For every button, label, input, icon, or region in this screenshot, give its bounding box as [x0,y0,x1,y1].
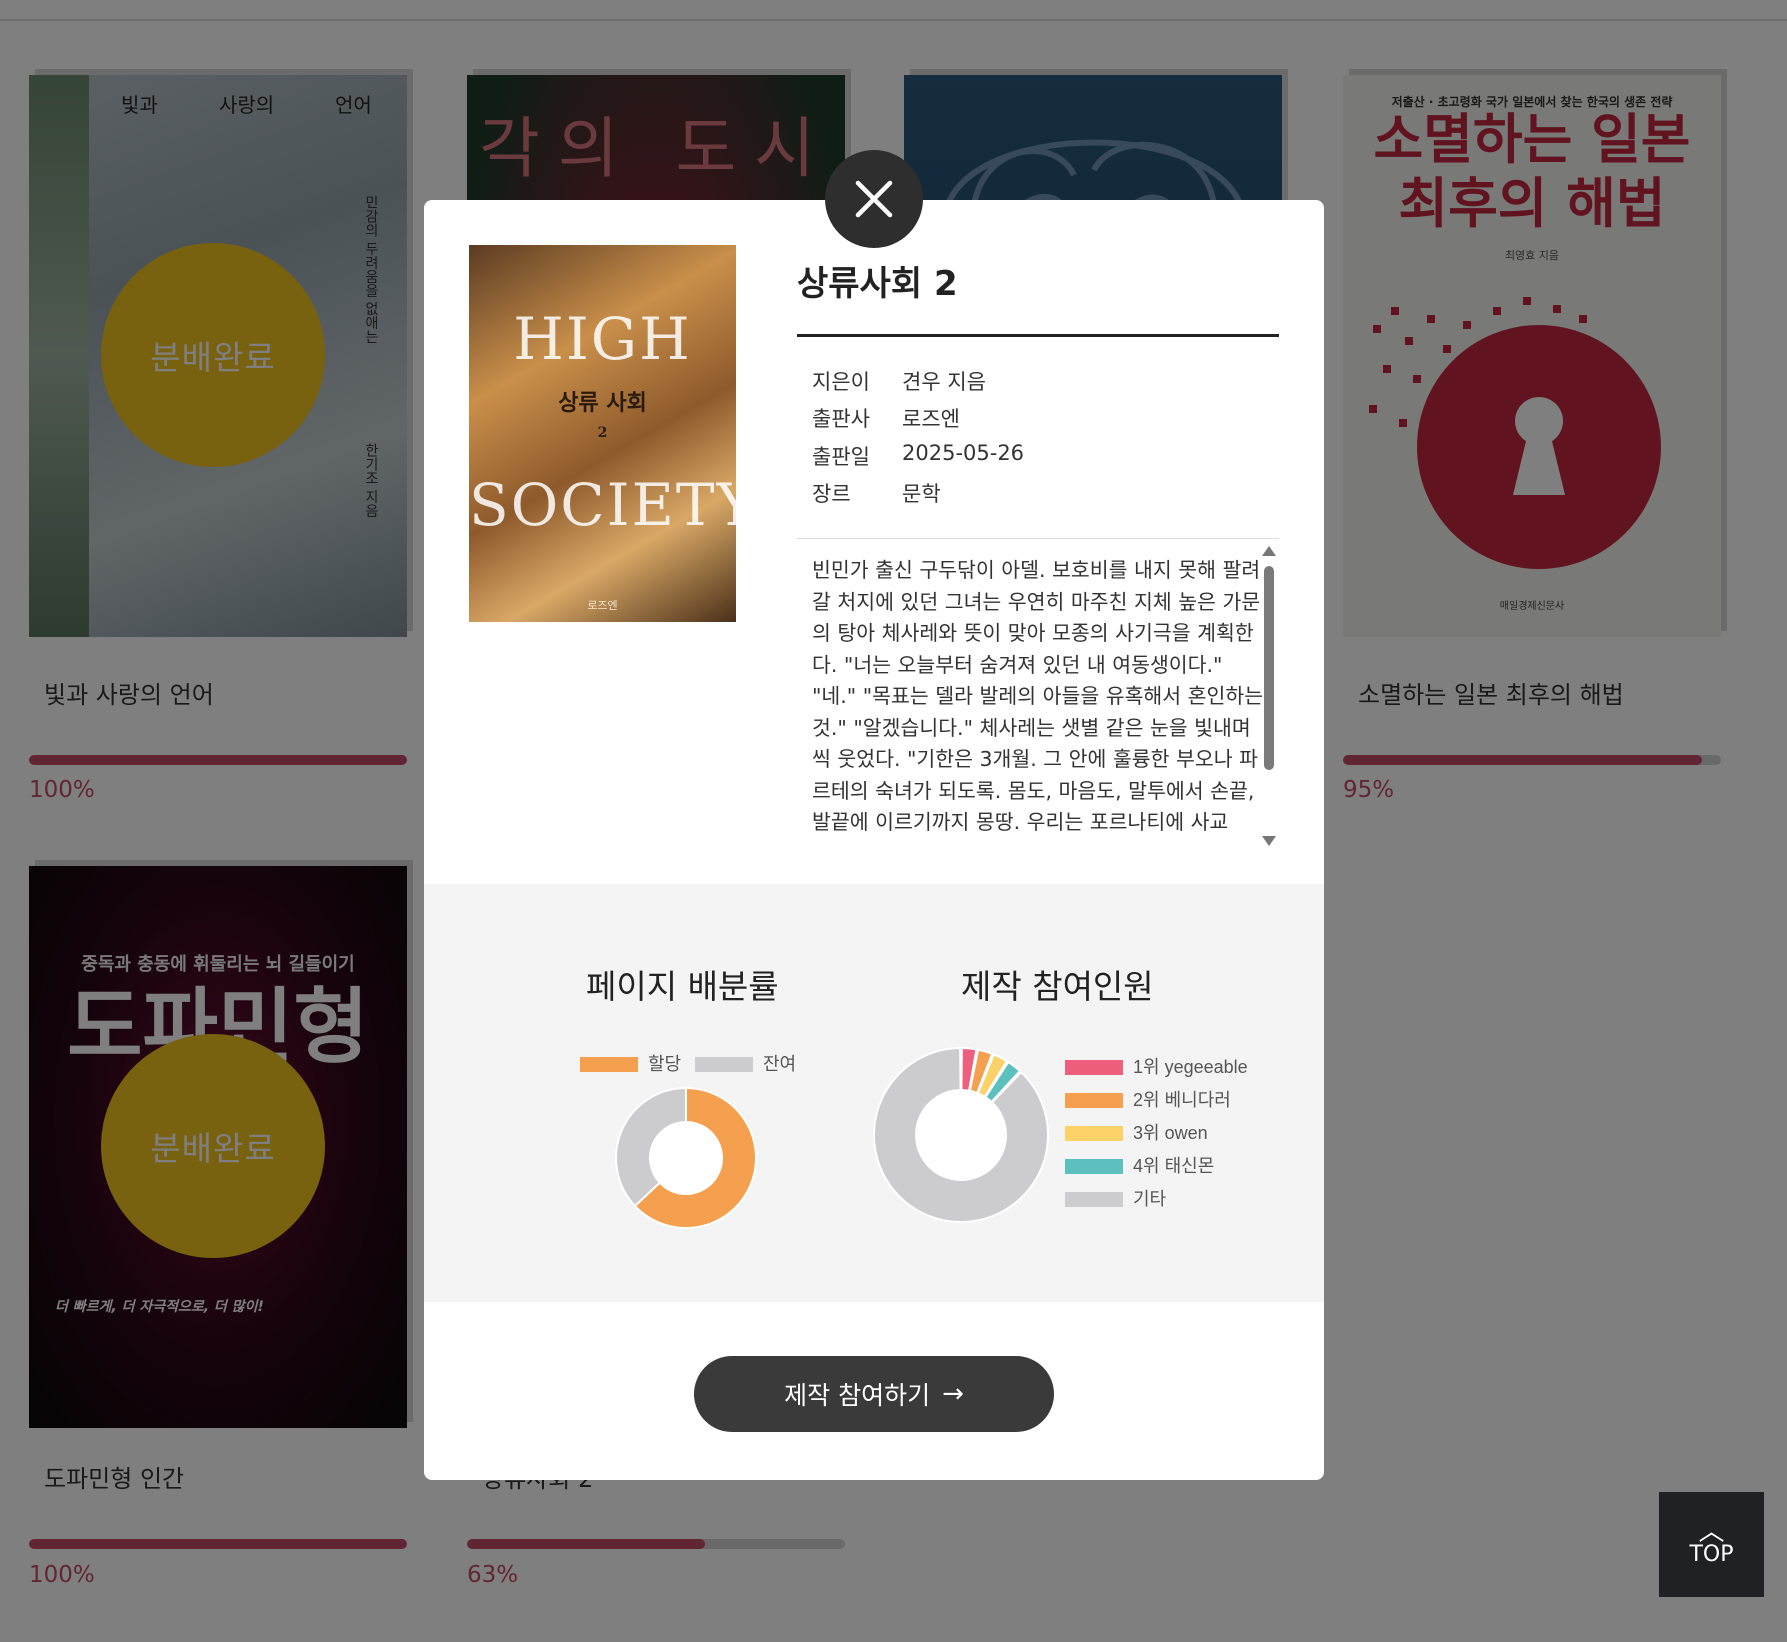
legend-label: 1위 yegeeable [1133,1057,1248,1077]
book-detail-modal: HIGH 상류 사회 2 SOCIETY 로즈엔 상류사회 2 지은이 견우 지… [424,200,1324,1480]
top-label: TOP [1689,1542,1734,1567]
cover-text: 상류 사회 [558,390,647,416]
scroll-down-arrow-icon[interactable] [1262,836,1276,846]
legend-label: 잔여 [763,1054,796,1074]
legend-label: 할당 [648,1054,681,1074]
meta-label: 장르 [812,482,851,506]
stats-section: 페이지 배분률 제작 참여인원 할당 잔여 1위 yegeeable 2위 베니다러 3… [424,884,1324,1302]
cta-label: 제작 참여하기 [784,1381,931,1410]
legend-swatch [1065,1192,1123,1207]
arrow-right-icon: → [942,1379,964,1409]
description-scrollbar[interactable] [1260,546,1278,846]
scrollbar-thumb[interactable] [1264,566,1274,770]
meta-value: 2025-05-26 [902,441,1025,465]
legend-label: 3위 owen [1133,1123,1208,1143]
meta-divider [797,538,1279,539]
cover-text: 로즈엔 [587,599,618,612]
legend-swatch [1065,1093,1123,1108]
donut-hole [917,1091,1005,1179]
legend-swatch [1065,1126,1123,1141]
close-icon [855,180,893,218]
donut-hole [651,1123,721,1193]
stats-charts: 할당 잔여 1위 yegeeable 2위 베니다러 3위 owen 4위 태신몬기타 [580,1046,1248,1229]
meta-label: 출판일 [812,445,870,469]
meta-value: 문학 [902,482,941,506]
legend-label: 4위 태신몬 [1133,1156,1214,1176]
join-production-button[interactable]: 제작 참여하기 → [694,1356,1054,1432]
title-divider [797,334,1279,337]
meta-label: 지은이 [812,370,870,394]
cover-text: 2 [597,425,608,441]
scroll-to-top-button[interactable]: ︿ TOP [1659,1492,1764,1597]
meta-label: 출판사 [812,407,870,431]
cover-text: SOCIETY [469,471,736,539]
modal-title: 상류사회 2 [797,264,958,304]
legend-swatch [695,1057,753,1072]
modal-book-cover: HIGH 상류 사회 2 SOCIETY 로즈엔 [469,245,736,622]
legend-label: 기타 [1133,1189,1167,1209]
close-modal-button[interactable] [825,150,923,248]
legend-swatch [1065,1159,1123,1174]
book-description: 빈민가 출신 구두닦이 아델. 보호비를 내지 못해 팔려 갈 처지에 있던 그… [812,558,1264,834]
cover-text: HIGH [513,305,692,373]
legend-swatch [580,1057,638,1072]
chevron-up-icon: ︿ [1698,1517,1725,1547]
scroll-up-arrow-icon[interactable] [1262,546,1276,556]
meta-value: 로즈엔 [902,407,960,431]
legend-swatch [1065,1060,1123,1075]
meta-value: 견우 지음 [902,370,986,394]
legend-label: 2위 베니다러 [1133,1090,1231,1110]
description-scroll-area[interactable]: 빈민가 출신 구두닦이 아델. 보호비를 내지 못해 팔려 갈 처지에 있던 그… [812,555,1267,845]
